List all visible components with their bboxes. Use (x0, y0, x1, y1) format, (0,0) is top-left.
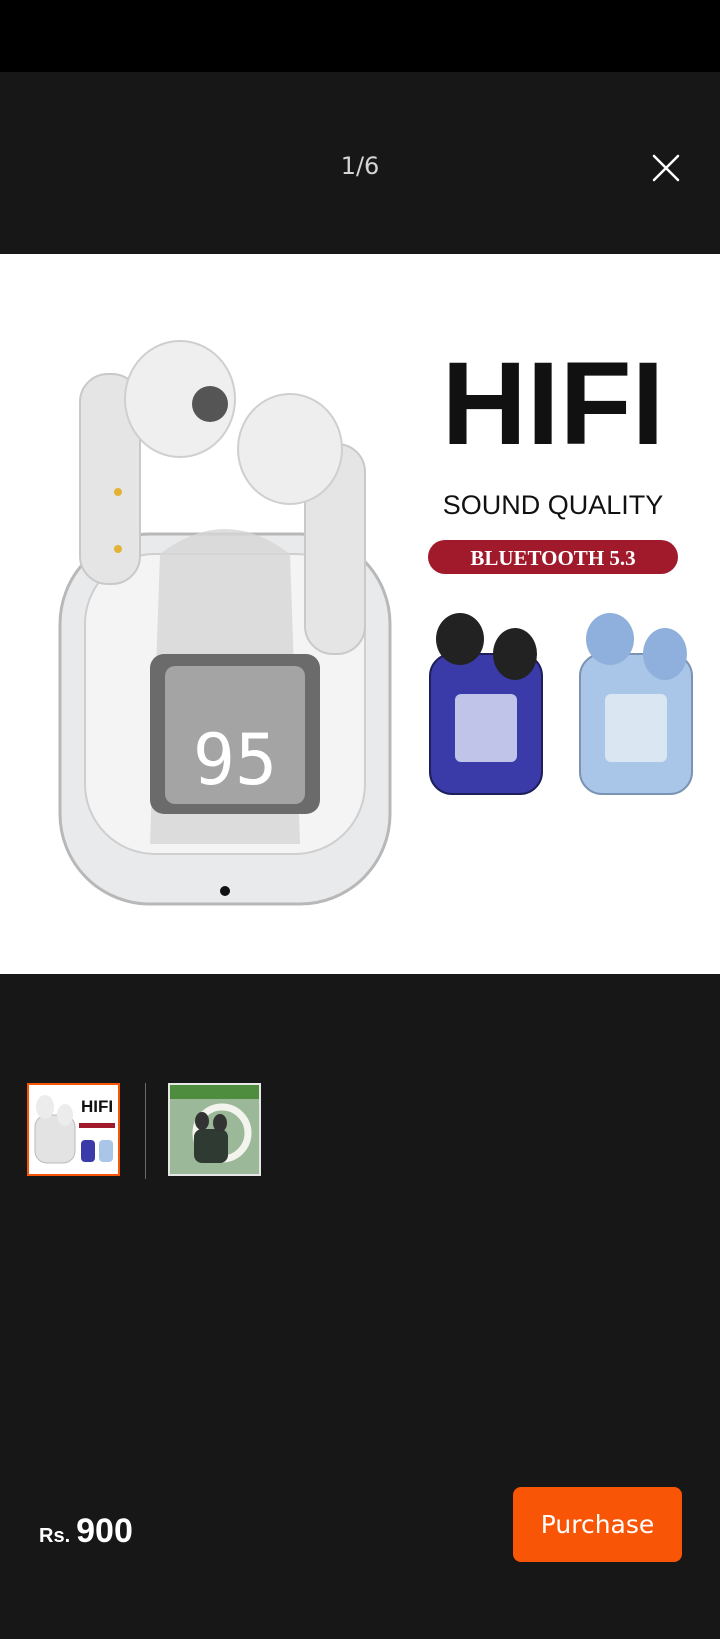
currency-label: Rs. (39, 1525, 71, 1547)
close-icon (652, 154, 680, 182)
purchase-button[interactable]: Purchase (513, 1487, 682, 1562)
status-bar (0, 0, 720, 72)
earbuds-case-blue (429, 613, 543, 795)
product-image: 95 HIFI SOUND QUALITY BLUETOOTH 5.3 (58, 338, 693, 906)
close-button[interactable] (648, 150, 684, 186)
thumbnail-1[interactable]: HIFI (27, 1083, 120, 1176)
thumbnail-2-image (170, 1085, 259, 1174)
bluetooth-badge: BLUETOOTH 5.3 (428, 540, 678, 574)
thumbnail-divider (145, 1083, 146, 1179)
thumbnail-1-image: HIFI (29, 1085, 118, 1174)
subheadline-text: SOUND QUALITY (443, 490, 664, 520)
price: Rs. 900 (39, 1512, 133, 1551)
image-counter: 1/6 (340, 152, 380, 180)
thumbnail-2[interactable] (168, 1083, 261, 1176)
headline-text: HIFI (442, 338, 665, 470)
earbuds-case-light-blue (579, 613, 693, 795)
svg-text:HIFI: HIFI (81, 1097, 113, 1116)
svg-text:95: 95 (193, 719, 277, 801)
display-digits: 95 (193, 719, 277, 801)
price-amount: 900 (76, 1512, 133, 1550)
product-image-viewer[interactable]: 95 HIFI SOUND QUALITY BLUETOOTH 5.3 (0, 254, 720, 974)
svg-text:BLUETOOTH 5.3: BLUETOOTH 5.3 (470, 546, 635, 570)
